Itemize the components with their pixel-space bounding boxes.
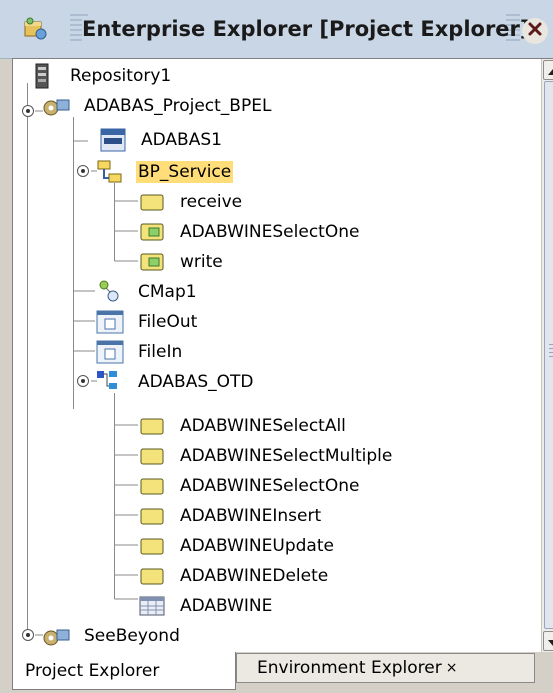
tree-item-adabas-otd[interactable]: ADABAS_OTD: [95, 367, 256, 397]
title-bar[interactable]: Enterprise Explorer [Project Explorer]: [0, 0, 553, 59]
tree-item-label: ADABAS1: [141, 130, 222, 150]
tab-label: Project Explorer: [25, 660, 160, 681]
adabas-connector-icon: [98, 127, 128, 153]
tree-item-fileout[interactable]: FileOut: [95, 307, 199, 337]
tree-item-label: ADABWINEInsert: [180, 506, 322, 526]
tree-item-adabwineupdate[interactable]: ADABWINEUpdate: [137, 531, 336, 561]
repository-icon: [27, 63, 57, 89]
tree-item-seebeyond[interactable]: SeeBeyond: [41, 621, 182, 651]
tree-item-label: ADABWINESelectMultiple: [180, 446, 393, 466]
table-icon: [137, 593, 167, 619]
folder-icon: [137, 473, 167, 499]
enterprise-explorer-window: Enterprise Explorer [Project Explorer] R…: [0, 0, 553, 693]
tree-item-filein[interactable]: FileIn: [95, 337, 184, 367]
tree-item-label: ADABWINESelectOne: [180, 476, 360, 496]
expand-toggle-icon[interactable]: [75, 373, 91, 389]
tree-item-receive[interactable]: receive: [137, 187, 244, 217]
folder-icon: [137, 563, 167, 589]
tree-item-label: CMap1: [138, 282, 197, 302]
scroll-thumb[interactable]: [544, 81, 553, 629]
tree-item-label: ADABWINE: [180, 596, 273, 616]
tree-item-label: receive: [180, 192, 243, 212]
tree-item-bp-service[interactable]: BP_Service: [95, 157, 234, 187]
window-title: Enterprise Explorer [Project Explorer]: [82, 17, 530, 41]
tree-item-adabas1[interactable]: ADABAS1: [98, 125, 224, 155]
tab-close-icon[interactable]: ×: [446, 660, 458, 676]
expand-toggle-icon[interactable]: [75, 163, 91, 179]
folder-icon: [137, 443, 167, 469]
tree-item-label: ADABWINEUpdate: [180, 536, 334, 556]
tree-item-cmap1[interactable]: CMap1: [95, 277, 199, 307]
project-icon: [41, 93, 71, 119]
arrow-up-icon: [547, 61, 553, 80]
folder-icon: [137, 189, 167, 215]
tab-project-explorer[interactable]: Project Explorer: [12, 652, 236, 690]
tab-label: Environment Explorer: [257, 658, 442, 678]
tree-item-repository1[interactable]: Repository1: [27, 61, 173, 91]
tree-item-adabwineselectone-op[interactable]: ADABWINESelectOne: [137, 217, 361, 247]
file-external-icon: [95, 309, 125, 335]
file-external-icon: [95, 339, 125, 365]
tree-item-adabas-project-bpel[interactable]: ADABAS_Project_BPEL: [41, 91, 273, 121]
vertical-scrollbar[interactable]: [541, 59, 553, 653]
tree-item-label: ADABWINEDelete: [180, 566, 329, 586]
tree-item-adabwine[interactable]: ADABWINE: [137, 591, 274, 621]
project-icon: [41, 623, 71, 649]
tree-item-label: SeeBeyond: [84, 626, 180, 646]
tree-item-label: ADABWINESelectAll: [180, 416, 346, 436]
tree-item-label: BP_Service: [136, 161, 234, 183]
tab-environment-explorer[interactable]: Environment Explorer ×: [236, 653, 535, 683]
close-button[interactable]: [522, 18, 548, 44]
folder-icon: [137, 503, 167, 529]
close-icon: [527, 21, 543, 41]
business-process-icon: [95, 159, 125, 185]
expand-toggle-icon[interactable]: [20, 103, 36, 119]
tree-item-label: ADABWINESelectOne: [180, 222, 360, 242]
folder-operation-icon: [137, 249, 167, 275]
tree-item-adabwinedelete[interactable]: ADABWINEDelete: [137, 561, 330, 591]
tree-item-label: Repository1: [70, 66, 172, 86]
tree-item-label: FileIn: [138, 342, 183, 362]
arrow-down-icon: [547, 632, 553, 651]
tree-item-label: ADABAS_Project_BPEL: [84, 96, 272, 116]
explorer-tab-strip: Project Explorer Environment Explorer ×: [0, 652, 553, 693]
folder-operation-icon: [137, 219, 167, 245]
tree-item-adabwineselectone[interactable]: ADABWINESelectOne: [137, 471, 361, 501]
tree-item-label: write: [180, 252, 223, 272]
scroll-up-button[interactable]: [543, 60, 553, 80]
folder-icon: [137, 413, 167, 439]
connectivity-map-icon: [95, 279, 125, 305]
folder-icon: [137, 533, 167, 559]
explorer-icon: [22, 16, 48, 42]
tree-item-label: ADABAS_OTD: [138, 372, 254, 392]
expand-toggle-icon[interactable]: [20, 627, 36, 643]
project-tree-panel: Repository1 ADABAS_Project_BPEL ADABAS1 …: [12, 58, 553, 653]
tree-item-adabwineselectall[interactable]: ADABWINESelectAll: [137, 411, 348, 441]
tree-item-label: FileOut: [138, 312, 198, 332]
scroll-grip: [549, 344, 553, 360]
tree-item-write[interactable]: write: [137, 247, 225, 277]
tree-item-adabwineselectmultiple[interactable]: ADABWINESelectMultiple: [137, 441, 394, 471]
otd-icon: [95, 369, 125, 395]
scroll-down-button[interactable]: [543, 631, 553, 651]
tree-item-adabwineinsert[interactable]: ADABWINEInsert: [137, 501, 323, 531]
